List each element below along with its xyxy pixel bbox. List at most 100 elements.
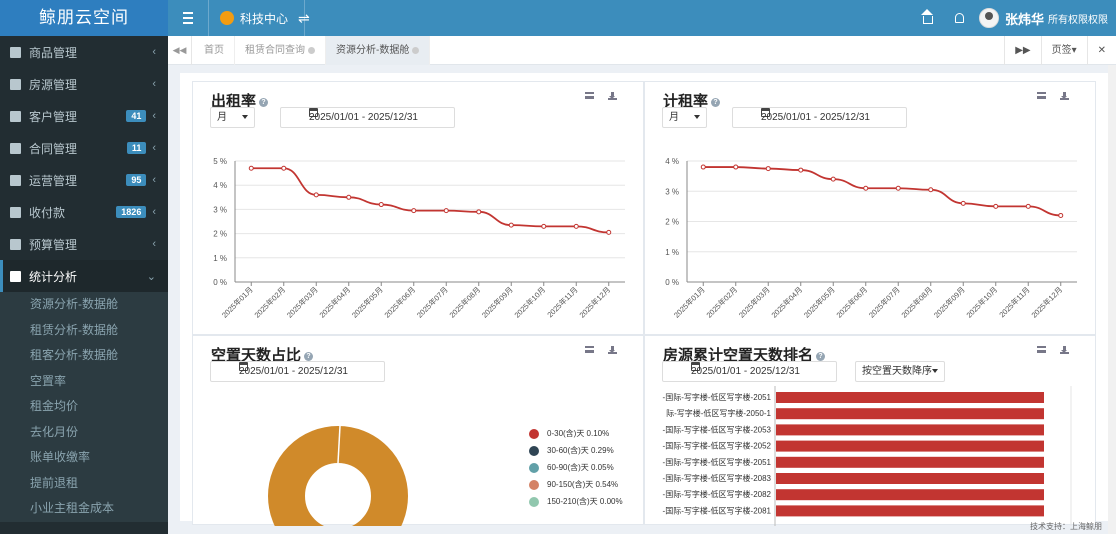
data-point <box>1025 203 1031 209</box>
legend-swatch <box>529 445 539 456</box>
goods-icon <box>10 46 21 58</box>
submenu-item[interactable]: 租客分析-数据舱 <box>0 343 168 369</box>
submenu-item[interactable]: 空置率 <box>0 369 168 395</box>
avatar[interactable] <box>978 8 999 28</box>
date-range-input[interactable]: 2025/01/01 - 2025/12/31 <box>662 361 837 382</box>
home-icon[interactable] <box>915 0 941 36</box>
tab-next-icon[interactable]: ▶▶ <box>1004 36 1040 65</box>
count-badge: 11 <box>126 142 147 154</box>
x-tick-label: 2025年10月 <box>964 284 999 319</box>
y-tick-label: 4 % <box>665 157 679 166</box>
top-navbar: 科技中心 ⇌ 张炜华 所有权限权限 <box>168 0 1116 36</box>
x-tick-label: 2025年12月 <box>577 284 612 319</box>
data-point <box>541 223 547 229</box>
y-tick-label: -国际-写字楼-低区写字楼-2051 <box>663 392 772 402</box>
sidebar-item-operations[interactable]: 运营管理 95 ‹ <box>0 164 168 196</box>
y-tick-label: 5 % <box>213 157 227 166</box>
user-name[interactable]: 张炜华 <box>1005 9 1044 28</box>
x-tick-label: 2025年05月 <box>349 284 384 319</box>
y-tick-label: 4 % <box>213 181 227 190</box>
data-point <box>281 165 287 171</box>
date-range-input[interactable]: 2025/01/01 - 2025/12/31 <box>732 107 907 128</box>
sidebar-item-customers[interactable]: 客户管理 41 ‹ <box>0 100 168 132</box>
tab-prev-icon[interactable]: ◀◀ <box>168 36 192 65</box>
tab-lease-contract[interactable]: 租赁合同查询 <box>235 36 326 65</box>
sort-select[interactable]: 按空置天数降序 <box>855 361 945 382</box>
legend-item[interactable]: 0-30(含)天 0.10% <box>529 428 609 439</box>
app-logo[interactable]: 鲸朋云空间 <box>0 0 168 36</box>
chevron-left-icon: ‹ <box>152 142 156 154</box>
sidebar-item-contracts[interactable]: 合同管理 11 ‹ <box>0 132 168 164</box>
tab-resource-analysis[interactable]: 资源分析-数据舱 <box>326 36 431 65</box>
close-icon[interactable] <box>308 46 315 54</box>
help-icon[interactable]: ? <box>259 97 269 107</box>
date-range-input[interactable]: 2025/01/01 - 2025/12/31 <box>280 107 455 128</box>
submenu-item[interactable]: 去化月份 <box>0 420 168 446</box>
help-icon[interactable]: ? <box>816 351 826 361</box>
legend-label: 90-150(含)天 0.54% <box>547 480 619 489</box>
submenu-item[interactable]: 租金均价 <box>0 394 168 420</box>
data-point <box>411 208 417 214</box>
y-tick-label: 际-写字楼-低区写字楼-2050-1 <box>666 408 771 418</box>
data-view-icon[interactable] <box>1037 346 1046 353</box>
chevron-left-icon: ‹ <box>152 110 156 122</box>
period-select[interactable]: 月 <box>210 107 255 128</box>
x-tick-label: 2025年12月 <box>1029 284 1064 319</box>
sidebar-item-budget[interactable]: 预算管理 ‹ <box>0 228 168 260</box>
sidebar-item-goods[interactable]: 商品管理 ‹ <box>0 36 168 68</box>
period-select[interactable]: 月 <box>662 107 707 128</box>
y-tick-label: 0 % <box>213 278 227 287</box>
chevron-down-icon: ⌄ <box>146 270 156 283</box>
menu-toggle-icon[interactable] <box>174 0 202 36</box>
x-tick-label: 2025年04月 <box>769 284 804 319</box>
submenu-item[interactable]: 资源分析-数据舱 <box>0 292 168 318</box>
submenu-item[interactable]: 提前退租 <box>0 471 168 497</box>
bell-icon[interactable] <box>947 0 973 36</box>
bar <box>776 392 1044 403</box>
legend-item[interactable]: 30-60(含)天 0.29% <box>529 445 614 456</box>
sidebar-item-payments[interactable]: 收付款 1826 ‹ <box>0 196 168 228</box>
tab-home[interactable]: 首页 <box>194 36 235 65</box>
x-tick-label: 2025年11月 <box>545 284 580 319</box>
data-view-icon[interactable] <box>1037 92 1046 99</box>
download-icon[interactable] <box>1060 346 1069 354</box>
divider <box>304 0 305 36</box>
page-scrollbar[interactable] <box>1108 65 1116 534</box>
bar <box>776 456 1044 468</box>
legend-item[interactable]: 60-90(含)天 0.05% <box>529 462 614 473</box>
date-range-input[interactable]: 2025/01/01 - 2025/12/31 <box>210 361 385 382</box>
submenu-item[interactable]: 租赁分析-数据舱 <box>0 318 168 344</box>
chevron-left-icon: ‹ <box>152 174 156 186</box>
sidebar-item-statistics[interactable]: 统计分析 ⌄ <box>0 260 168 292</box>
data-view-icon[interactable] <box>585 346 594 353</box>
submenu-item[interactable]: 账单收缴率 <box>0 445 168 471</box>
help-icon[interactable]: ? <box>304 351 314 361</box>
x-tick-label: 2025年03月 <box>736 284 771 319</box>
page-ops-dropdown[interactable]: 页签▾ <box>1040 36 1087 65</box>
data-view-icon[interactable] <box>585 92 594 99</box>
fullscreen-icon[interactable]: ✕ <box>1086 36 1116 65</box>
download-icon[interactable] <box>1060 92 1069 100</box>
operations-icon <box>10 174 21 186</box>
legend-item[interactable]: 150-210(含)天 0.00% <box>529 496 623 507</box>
download-icon[interactable] <box>608 92 617 100</box>
legend-item[interactable]: 90-150(含)天 0.54% <box>529 479 618 490</box>
center-switcher[interactable]: 科技中心 ⇌ <box>220 0 310 36</box>
series-line <box>251 167 609 234</box>
data-point <box>378 202 384 208</box>
submenu-item[interactable]: 小业主租金成本 <box>0 496 168 522</box>
download-icon[interactable] <box>608 346 617 354</box>
x-tick-label: 2025年08月 <box>447 284 482 319</box>
sidebar-item-rooms[interactable]: 房源管理 ‹ <box>0 68 168 100</box>
help-icon[interactable]: ? <box>711 97 721 107</box>
legend-swatch <box>529 496 539 507</box>
close-icon[interactable] <box>412 46 420 54</box>
data-point <box>733 164 739 170</box>
data-point <box>863 185 869 191</box>
x-tick-label: 2025年11月 <box>997 284 1032 319</box>
chevron-left-icon: ‹ <box>152 238 156 250</box>
data-point <box>606 229 612 235</box>
x-tick-label: 2025年06月 <box>834 284 869 319</box>
billing-panel: 计租率? 月 2025/01/01 - 2025/12/31 0 % 1 % 2 %… <box>644 81 1096 335</box>
legend-label: 60-90(含)天 0.05% <box>547 463 614 472</box>
